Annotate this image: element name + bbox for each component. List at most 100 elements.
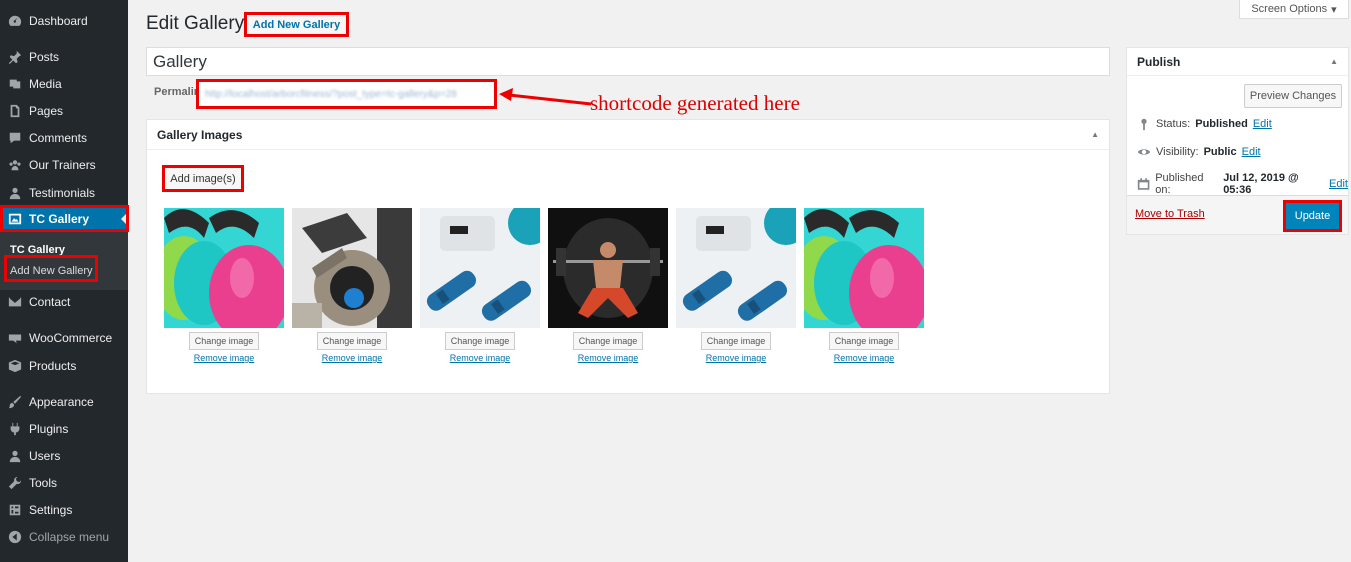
publish-actions: Move to Trash Update <box>1127 195 1348 234</box>
published-value: Jul 12, 2019 @ 05:36 <box>1223 172 1299 196</box>
gallery-icon <box>7 211 23 227</box>
remove-image-link[interactable]: Remove image <box>420 353 540 363</box>
remove-image-link[interactable]: Remove image <box>676 353 796 363</box>
gallery-image-dumbbells-scale <box>420 208 540 328</box>
visibility-label: Visibility: <box>1156 146 1199 158</box>
pin-icon <box>1141 118 1147 131</box>
sidebar-item-our-trainers[interactable]: Our Trainers <box>0 152 128 178</box>
add-images-button[interactable]: Add image(s) <box>162 165 244 192</box>
highlight-box <box>4 255 98 282</box>
remove-image-link[interactable]: Remove image <box>292 353 412 363</box>
calendar-icon <box>1137 178 1150 190</box>
visibility-row: Visibility: Public Edit <box>1137 145 1261 159</box>
publish-header[interactable]: Publish ▲ <box>1127 48 1348 76</box>
gallery-item: Change image Remove image <box>548 208 668 363</box>
sidebar-item-contact[interactable]: Contact <box>0 289 128 315</box>
gallery-image-dumbbells-scale <box>676 208 796 328</box>
change-image-button[interactable]: Change image <box>445 332 515 350</box>
sidebar-item-woocommerce[interactable]: WooCommerce <box>0 325 128 351</box>
gallery-images-header[interactable]: Gallery Images ▲ <box>147 120 1109 150</box>
publish-panel: Publish ▲ Preview Changes Status: Publis… <box>1126 47 1349 235</box>
sidebar-item-label: Contact <box>29 295 71 309</box>
sidebar-item-label: Products <box>29 359 77 373</box>
published-on-row: Published on: Jul 12, 2019 @ 05:36 Edit <box>1137 172 1348 196</box>
sidebar-item-dashboard[interactable]: Dashboard <box>0 8 128 34</box>
screen-options-label: Screen Options <box>1251 3 1328 15</box>
remove-image-link[interactable]: Remove image <box>804 353 924 363</box>
status-label: Status: <box>1156 118 1191 130</box>
sidebar-item-settings[interactable]: Settings <box>0 497 128 523</box>
sidebar-item-label: Tools <box>29 476 58 490</box>
user-icon <box>7 185 23 201</box>
permalink-url-link[interactable]: http://localhost/arborcfitness/?post_typ… <box>196 79 497 109</box>
sidebar-item-plugins[interactable]: Plugins <box>0 416 128 442</box>
collapse-menu-button[interactable]: Collapse menu <box>0 524 128 550</box>
plug-icon <box>7 421 23 437</box>
sidebar-item-label: Collapse menu <box>29 530 110 544</box>
sidebar-item-label: WooCommerce <box>29 331 113 345</box>
sidebar-item-testimonials[interactable]: Testimonials <box>0 180 128 206</box>
sidebar-item-products[interactable]: Products <box>0 353 128 379</box>
gallery-item: Change image Remove image <box>164 208 284 363</box>
media-icon <box>7 76 23 92</box>
visibility-value: Public <box>1203 146 1237 158</box>
sidebar-item-appearance[interactable]: Appearance <box>0 389 128 415</box>
sidebar-item-label: Users <box>29 449 61 463</box>
panel-title: Gallery Images <box>157 127 243 142</box>
chevron-down-icon: ▾ <box>1331 3 1337 16</box>
edit-visibility-link[interactable]: Edit <box>1242 146 1261 158</box>
remove-image-link[interactable]: Remove image <box>164 353 284 363</box>
change-image-button[interactable]: Change image <box>317 332 387 350</box>
gallery-image-kettlebells <box>804 208 924 328</box>
sidebar-item-label: Our Trainers <box>29 158 96 172</box>
sidebar-item-posts[interactable]: Posts <box>0 44 128 70</box>
add-new-gallery-button[interactable]: Add New Gallery <box>244 12 349 37</box>
remove-image-link[interactable]: Remove image <box>548 353 668 363</box>
sidebar-item-pages[interactable]: Pages <box>0 98 128 124</box>
gallery-images-panel: Gallery Images ▲ Add image(s) Change ima… <box>146 119 1110 394</box>
annotation-text: shortcode generated here <box>590 91 800 115</box>
mail-icon <box>7 294 23 310</box>
gallery-image-barbell-lifter <box>548 208 668 328</box>
comment-icon <box>7 130 23 146</box>
status-row: Status: Published Edit <box>1137 117 1272 131</box>
sidebar-item-label: Pages <box>29 104 64 118</box>
update-button[interactable]: Update <box>1283 200 1342 232</box>
gallery-item: Change image Remove image <box>292 208 412 363</box>
collapse-toggle-icon[interactable]: ▲ <box>1091 130 1099 139</box>
sidebar-item-label: Plugins <box>29 422 69 436</box>
collapse-icon <box>7 529 23 545</box>
sidebar-item-tools[interactable]: Tools <box>0 470 128 496</box>
eye-icon <box>1137 149 1151 155</box>
sidebar-item-users[interactable]: Users <box>0 443 128 469</box>
change-image-button[interactable]: Change image <box>573 332 643 350</box>
gallery-item: Change image Remove image <box>676 208 796 363</box>
wrench-icon <box>7 475 23 491</box>
change-image-button[interactable]: Change image <box>829 332 899 350</box>
sidebar-item-label: Settings <box>29 503 73 517</box>
pin-icon <box>7 49 23 65</box>
groups-icon <box>7 157 23 173</box>
change-image-button[interactable]: Change image <box>701 332 771 350</box>
move-to-trash-link[interactable]: Move to Trash <box>1135 208 1205 220</box>
gallery-image-kettlebells <box>164 208 284 328</box>
screen-options-button[interactable]: Screen Options ▾ <box>1239 0 1349 19</box>
sidebar-item-media[interactable]: Media <box>0 71 128 97</box>
sidebar-item-comments[interactable]: Comments <box>0 125 128 151</box>
status-value: Published <box>1195 118 1248 130</box>
pages-icon <box>7 103 23 119</box>
preview-changes-button[interactable]: Preview Changes <box>1244 84 1342 108</box>
change-image-button[interactable]: Change image <box>189 332 259 350</box>
settings-icon <box>7 502 23 518</box>
published-label: Published on: <box>1155 172 1204 196</box>
title-input[interactable]: Gallery <box>146 47 1110 76</box>
sidebar-item-tc-gallery[interactable]: TC Gallery <box>0 206 128 232</box>
woo-icon <box>7 330 23 346</box>
collapse-toggle-icon[interactable]: ▲ <box>1330 57 1338 66</box>
edit-date-link[interactable]: Edit <box>1329 178 1348 190</box>
gallery-item: Change image Remove image <box>804 208 924 363</box>
annotation-arrow <box>499 88 592 106</box>
edit-status-link[interactable]: Edit <box>1253 118 1272 130</box>
panel-title: Publish <box>1137 54 1181 69</box>
sidebar-item-label: Testimonials <box>29 186 96 200</box>
